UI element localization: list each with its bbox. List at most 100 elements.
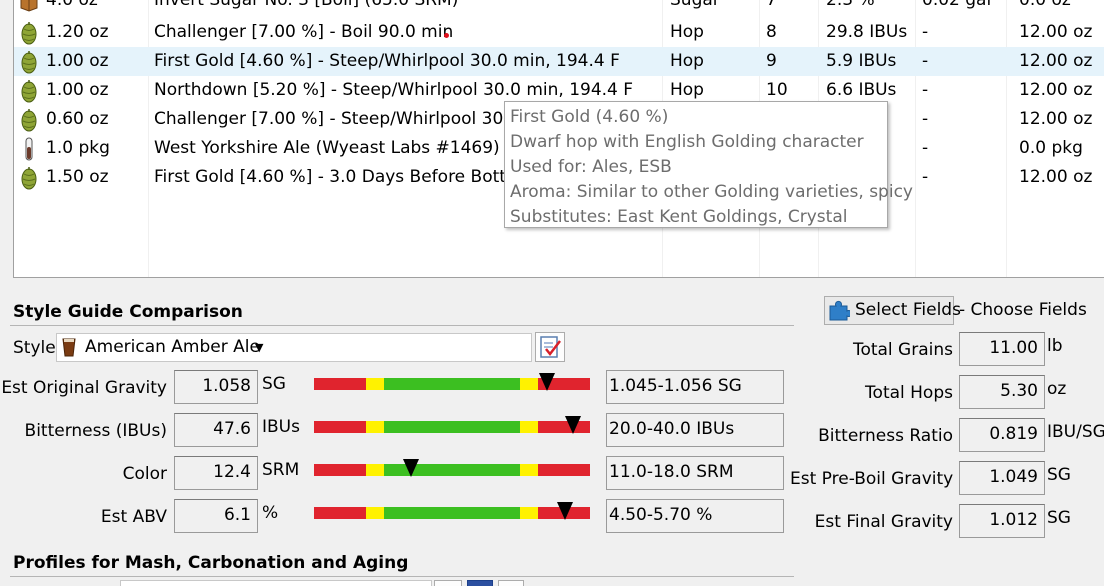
ingredient-amount: 4.0 oz xyxy=(46,0,98,10)
style-range-gauge xyxy=(314,502,590,520)
ingredient-amount: 1.0 pkg xyxy=(46,138,110,158)
checklist-icon xyxy=(540,336,561,358)
ingredient-volume: - xyxy=(922,109,929,129)
ingredient-volume: - xyxy=(922,167,929,187)
section-separator xyxy=(10,325,794,326)
gauge-segment-red xyxy=(538,421,590,433)
style-row-unit: % xyxy=(262,503,279,523)
ingredient-inventory: 12.00 oz xyxy=(1019,80,1093,100)
profile-button[interactable] xyxy=(434,580,462,586)
hop-icon xyxy=(14,18,44,47)
gauge-segment-yellow xyxy=(366,378,384,390)
tooltip-description: Dwarf hop with English Golding character xyxy=(510,132,864,152)
ingredient-volume: - xyxy=(922,138,929,158)
ingredient-inventory: 12.00 oz xyxy=(1019,51,1093,71)
hop-icon xyxy=(14,47,44,76)
select-fields-label: Select Fields xyxy=(855,300,961,320)
tooltip-title: First Gold (4.60 %) xyxy=(510,107,669,127)
field-unit: SG xyxy=(1047,465,1071,485)
profile-save-button[interactable] xyxy=(467,580,493,586)
style-select-button[interactable] xyxy=(535,332,565,362)
field-unit: SG xyxy=(1047,508,1071,528)
gauge-needle xyxy=(539,373,555,391)
tooltip-substitutes: Substitutes: East Kent Goldings, Crystal xyxy=(510,207,848,227)
style-dropdown-value: American Amber Ale xyxy=(85,337,260,357)
tooltip-used-for: Used for: Ales, ESB xyxy=(510,157,672,177)
hop-icon xyxy=(14,76,44,105)
style-row-label: Est Original Gravity xyxy=(1,378,167,398)
hop-tooltip: First Gold (4.60 %) Dwarf hop with Engli… xyxy=(504,101,913,228)
ingredient-row[interactable]: 1.00 oz First Gold [4.60 %] - Steep/Whirl… xyxy=(14,47,1104,76)
style-row-range: 20.0-40.0 IBUs xyxy=(606,413,784,447)
gauge-segment-yellow xyxy=(366,464,384,476)
ingredient-row[interactable]: 1.20 oz Challenger [7.00 %] - Boil 90.0 m… xyxy=(14,18,1104,47)
gauge-segment-yellow xyxy=(520,464,538,476)
ingredient-volume: - xyxy=(922,51,929,71)
yeast-icon xyxy=(14,134,44,163)
beer-glass-icon xyxy=(62,338,76,357)
field-label: Bitterness Ratio xyxy=(818,426,953,446)
ingredient-type: Hop xyxy=(670,22,704,42)
select-fields-button[interactable]: Select Fields xyxy=(824,296,961,325)
style-range-gauge xyxy=(314,416,590,434)
style-row-value: 6.1 xyxy=(174,499,258,533)
style-row-label: Color xyxy=(122,464,167,484)
hop-icon xyxy=(14,105,44,134)
ingredient-amount: 1.50 oz xyxy=(46,167,109,187)
style-row-range: 4.50-5.70 % xyxy=(606,499,784,533)
profile-dropdown[interactable] xyxy=(120,580,432,586)
ingredient-row[interactable]: 4.0 oz Invert Sugar No. 3 [Boil] (65.0 SR… xyxy=(14,0,1104,15)
ingredient-inventory: 0.0 oz xyxy=(1019,0,1071,10)
hop-marker-dot xyxy=(444,33,449,38)
choose-fields-label: - Choose Fields xyxy=(959,300,1087,320)
gauge-needle xyxy=(557,502,573,520)
field-value: 11.00 xyxy=(959,332,1045,366)
style-row-label: Bitterness (IBUs) xyxy=(24,421,167,441)
field-unit: IBU/SG xyxy=(1047,422,1104,442)
section-separator xyxy=(10,576,794,577)
gauge-segment-red xyxy=(314,421,366,433)
gauge-segment-yellow xyxy=(366,421,384,433)
field-label: Est Pre-Boil Gravity xyxy=(790,469,954,489)
style-row-range: 11.0-18.0 SRM xyxy=(606,456,784,490)
chevron-down-icon: ▼ xyxy=(255,341,264,354)
ingredient-type: Hop xyxy=(670,51,704,71)
profile-button[interactable] xyxy=(498,580,524,586)
style-row-range: 1.045-1.056 SG xyxy=(606,370,784,404)
ingredient-name: West Yorkshire Ale (Wyeast Labs #1469) xyxy=(154,138,500,158)
style-row-value: 1.058 xyxy=(174,370,258,404)
ingredient-num: 7 xyxy=(766,0,777,10)
hop-icon xyxy=(14,163,44,192)
ingredient-num: 8 xyxy=(766,22,777,42)
ingredient-name: First Gold [4.60 %] - Steep/Whirlpool 30… xyxy=(154,51,620,71)
gauge-segment-red xyxy=(314,464,366,476)
ingredient-name: Invert Sugar No. 3 [Boil] (65.0 SRM) xyxy=(154,0,459,10)
ingredient-volume: - xyxy=(922,80,929,100)
field-unit: oz xyxy=(1047,379,1067,399)
field-value: 5.30 xyxy=(959,375,1045,409)
sugar-icon xyxy=(14,0,44,15)
style-range-gauge xyxy=(314,459,590,477)
gauge-segment-yellow xyxy=(520,507,538,519)
gauge-segment-yellow xyxy=(520,421,538,433)
ingredient-amount: 1.20 oz xyxy=(46,22,109,42)
ingredient-num: 9 xyxy=(766,51,777,71)
style-row-unit: IBUs xyxy=(262,417,300,437)
ingredient-contrib: 2.3 % xyxy=(826,0,875,10)
ingredient-inventory: 12.00 oz xyxy=(1019,167,1093,187)
gauge-segment-green xyxy=(384,507,520,519)
style-dropdown[interactable]: American Amber Ale ▼ xyxy=(56,333,532,362)
ingredient-inventory: 12.00 oz xyxy=(1019,22,1093,42)
gauge-segment-red xyxy=(538,464,590,476)
style-row-value: 12.4 xyxy=(174,456,258,490)
style-row-value: 47.6 xyxy=(174,413,258,447)
gauge-segment-yellow xyxy=(520,378,538,390)
field-value: 1.012 xyxy=(959,504,1045,538)
ingredient-type: Sugar xyxy=(670,0,720,10)
field-label: Total Hops xyxy=(865,383,953,403)
gauge-needle xyxy=(565,416,581,434)
ingredient-volume: - xyxy=(922,22,929,42)
ingredient-contrib: 5.9 IBUs xyxy=(826,51,897,71)
gauge-segment-green xyxy=(384,421,520,433)
style-row-label: Est ABV xyxy=(100,507,167,527)
